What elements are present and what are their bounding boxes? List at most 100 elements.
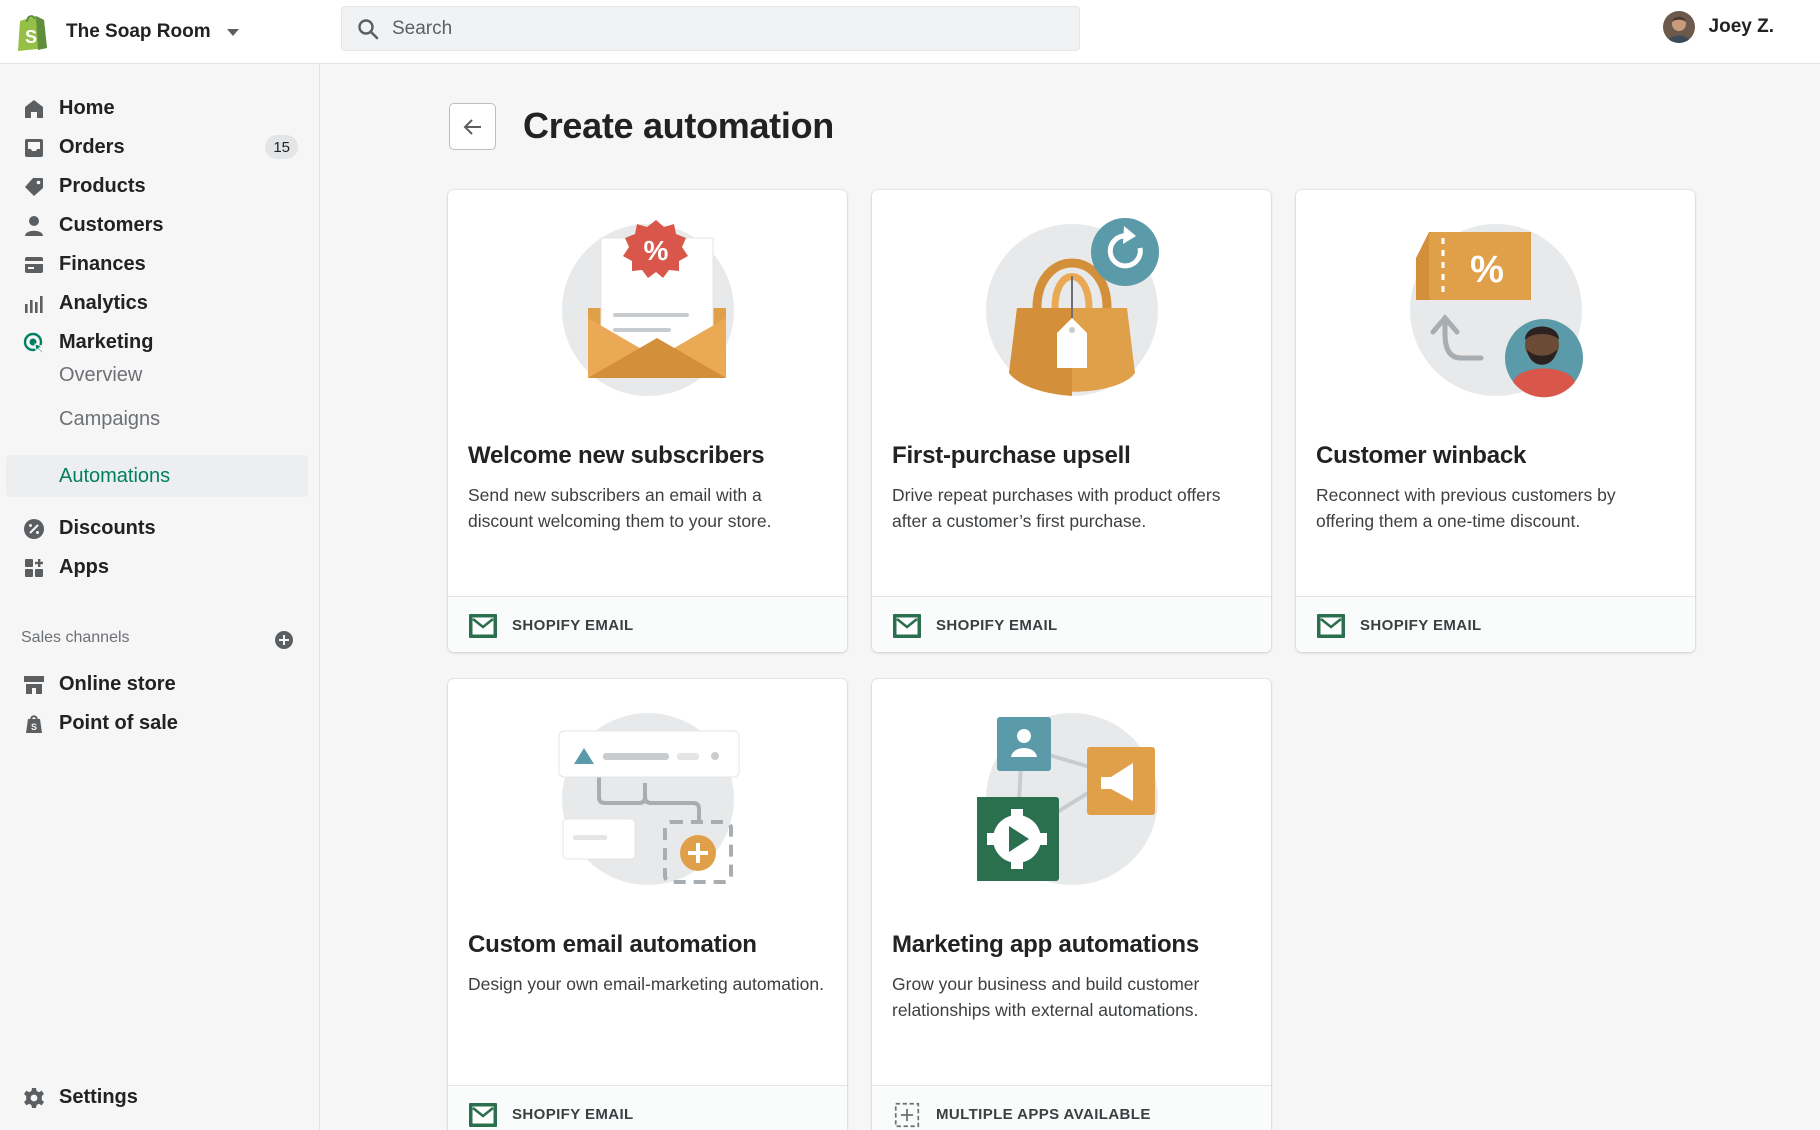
apps-icon bbox=[25, 559, 43, 577]
user-name: Joey Z. bbox=[1708, 16, 1774, 37]
pos-icon: S bbox=[26, 715, 42, 733]
card-illustration: % bbox=[448, 190, 847, 400]
card-footer-label: MULTIPLE APPS AVAILABLE bbox=[936, 1106, 1151, 1123]
sidebar-item-products[interactable]: Products bbox=[6, 166, 308, 206]
sidebar-subitem-label: Campaigns bbox=[59, 408, 161, 430]
back-button[interactable] bbox=[449, 103, 496, 150]
sidebar-item-label: Finances bbox=[59, 252, 146, 275]
multiple-apps-icon bbox=[894, 1102, 920, 1127]
card-description: Reconnect with previous customers by off… bbox=[1316, 485, 1616, 531]
sidebar-item-label: Marketing bbox=[59, 330, 154, 353]
analytics-icon bbox=[25, 296, 43, 313]
marketing-icon bbox=[23, 332, 44, 354]
sidebar-item-label: Home bbox=[59, 96, 115, 119]
svg-text:%: % bbox=[1470, 249, 1504, 291]
card-footer: SHOPIFY EMAIL bbox=[872, 596, 1271, 652]
person-icon bbox=[25, 216, 43, 236]
sidebar-item-label: Apps bbox=[59, 555, 109, 578]
svg-text:%: % bbox=[644, 235, 669, 266]
email-icon bbox=[469, 1102, 497, 1127]
sidebar-item-label: Orders bbox=[59, 135, 125, 158]
card-illustration bbox=[872, 679, 1271, 889]
sidebar-subitem-label: Automations bbox=[59, 465, 171, 487]
sidebar-item-settings[interactable]: Settings bbox=[6, 1077, 308, 1117]
store-name: The Soap Room bbox=[66, 21, 211, 42]
workflow-illustration bbox=[558, 713, 740, 885]
card-footer-label: SHOPIFY EMAIL bbox=[512, 617, 634, 634]
sidebar-subitem-automations[interactable]: Automations bbox=[6, 455, 308, 497]
card-title: Customer winback bbox=[1316, 442, 1527, 469]
card-footer: SHOPIFY EMAIL bbox=[448, 596, 847, 652]
automation-card-custom-email[interactable]: Custom email automation Design your own … bbox=[448, 679, 847, 1130]
user-menu[interactable]: Joey Z. bbox=[1662, 10, 1774, 44]
automation-card-first-purchase-upsell[interactable]: First-purchase upsell Drive repeat purch… bbox=[872, 190, 1271, 652]
sidebar-item-discounts[interactable]: Discounts bbox=[6, 508, 308, 548]
sidebar-item-label: Online store bbox=[59, 672, 176, 695]
card-description: Grow your business and build customer re… bbox=[892, 974, 1200, 1020]
automation-card-welcome-subscribers[interactable]: % Welcome new subscribers Send new subsc… bbox=[448, 190, 847, 652]
email-icon bbox=[893, 613, 921, 638]
sidebar-item-apps[interactable]: Apps bbox=[6, 547, 308, 587]
sidebar-subitem-overview[interactable]: Overview bbox=[6, 354, 308, 396]
apps-network-illustration bbox=[977, 713, 1158, 885]
sidebar-item-point-of-sale[interactable]: S Point of sale bbox=[6, 703, 308, 743]
chevron-down-icon bbox=[226, 28, 239, 36]
card-footer-label: SHOPIFY EMAIL bbox=[936, 617, 1058, 634]
card-footer: MULTIPLE APPS AVAILABLE bbox=[872, 1085, 1271, 1130]
arrow-left-icon bbox=[463, 118, 481, 135]
sidebar-subitem-campaigns[interactable]: Campaigns bbox=[6, 398, 308, 440]
shopify-logo-icon: S bbox=[18, 15, 47, 51]
card-description: Drive repeat purchases with product offe… bbox=[892, 485, 1221, 531]
search-icon bbox=[358, 18, 379, 39]
card-title: Welcome new subscribers bbox=[468, 442, 765, 469]
sidebar-item-finances[interactable]: Finances bbox=[6, 244, 308, 284]
svg-text:S: S bbox=[25, 27, 37, 47]
automation-card-marketing-apps[interactable]: Marketing app automations Grow your busi… bbox=[872, 679, 1271, 1130]
tag-icon bbox=[25, 178, 43, 196]
sales-channels-heading: Sales channels bbox=[21, 629, 130, 646]
discount-icon bbox=[24, 519, 44, 539]
card-title: Marketing app automations bbox=[892, 931, 1200, 958]
card-title: Custom email automation bbox=[468, 931, 757, 958]
store-switcher[interactable]: S The Soap Room bbox=[14, 10, 239, 54]
card-footer: SHOPIFY EMAIL bbox=[1296, 596, 1695, 652]
envelope-discount-illustration: % bbox=[562, 220, 734, 396]
card-description: Design your own email-marketing automati… bbox=[468, 974, 824, 994]
card-illustration bbox=[448, 679, 847, 889]
shopping-bag-illustration bbox=[986, 218, 1159, 396]
gear-icon bbox=[24, 1088, 44, 1108]
card-description: Send new subscribers an email with a dis… bbox=[468, 485, 772, 531]
page-title: Create automation bbox=[523, 105, 834, 146]
store-icon bbox=[24, 676, 44, 694]
search-input[interactable] bbox=[392, 17, 992, 40]
email-icon bbox=[469, 613, 497, 638]
search-bar[interactable] bbox=[341, 6, 1080, 51]
card-title: First-purchase upsell bbox=[892, 442, 1131, 469]
avatar bbox=[1662, 11, 1695, 43]
sidebar-item-home[interactable]: Home bbox=[6, 88, 308, 128]
email-icon bbox=[1317, 613, 1345, 638]
sidebar-item-label: Products bbox=[59, 174, 146, 197]
card-footer: SHOPIFY EMAIL bbox=[448, 1085, 847, 1130]
card-illustration bbox=[872, 190, 1271, 400]
add-sales-channel-icon[interactable] bbox=[274, 630, 294, 650]
card-illustration: % bbox=[1296, 190, 1695, 400]
sidebar-item-label: Analytics bbox=[59, 291, 148, 314]
sidebar-item-label: Customers bbox=[59, 213, 164, 236]
finances-icon bbox=[25, 257, 43, 273]
sidebar: Home Orders 15 Products Customers Financ… bbox=[0, 64, 320, 1130]
card-footer-label: SHOPIFY EMAIL bbox=[512, 1106, 634, 1123]
sidebar-item-analytics[interactable]: Analytics bbox=[6, 283, 308, 323]
sidebar-item-customers[interactable]: Customers bbox=[6, 205, 308, 245]
coupon-customer-illustration: % bbox=[1410, 224, 1583, 398]
card-footer-label: SHOPIFY EMAIL bbox=[1360, 617, 1482, 634]
sidebar-item-label: Point of sale bbox=[59, 711, 178, 734]
svg-text:S: S bbox=[31, 722, 37, 732]
home-icon bbox=[25, 100, 43, 118]
orders-count-badge: 15 bbox=[265, 135, 298, 159]
sidebar-item-label: Discounts bbox=[59, 516, 156, 539]
automation-card-customer-winback[interactable]: % Customer winback Reconnect with previo… bbox=[1296, 190, 1695, 652]
sidebar-item-label: Settings bbox=[59, 1085, 138, 1108]
sidebar-item-orders[interactable]: Orders 15 bbox=[6, 127, 308, 167]
sidebar-item-online-store[interactable]: Online store bbox=[6, 664, 308, 704]
